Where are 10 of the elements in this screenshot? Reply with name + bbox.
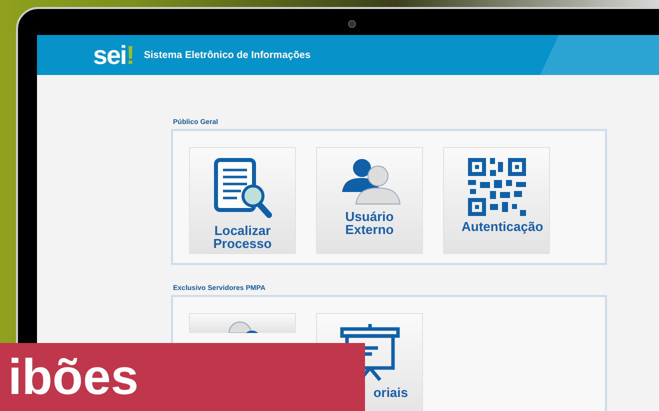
- logo: sei!: [93, 40, 134, 70]
- camera-icon: [348, 20, 356, 28]
- document-search-icon: [212, 158, 272, 220]
- menu-tile[interactable]: Autenticação: [443, 147, 550, 254]
- window-title: Sistema Eletrônico de Informações: [144, 50, 311, 60]
- banner-text: ibões: [8, 349, 139, 405]
- menu-tile[interactable]: Localizar Processo: [189, 147, 296, 254]
- menu-tile[interactable]: [189, 313, 296, 333]
- menu-tile[interactable]: Usuário Externo: [316, 147, 423, 254]
- qr-code-icon: [468, 158, 526, 216]
